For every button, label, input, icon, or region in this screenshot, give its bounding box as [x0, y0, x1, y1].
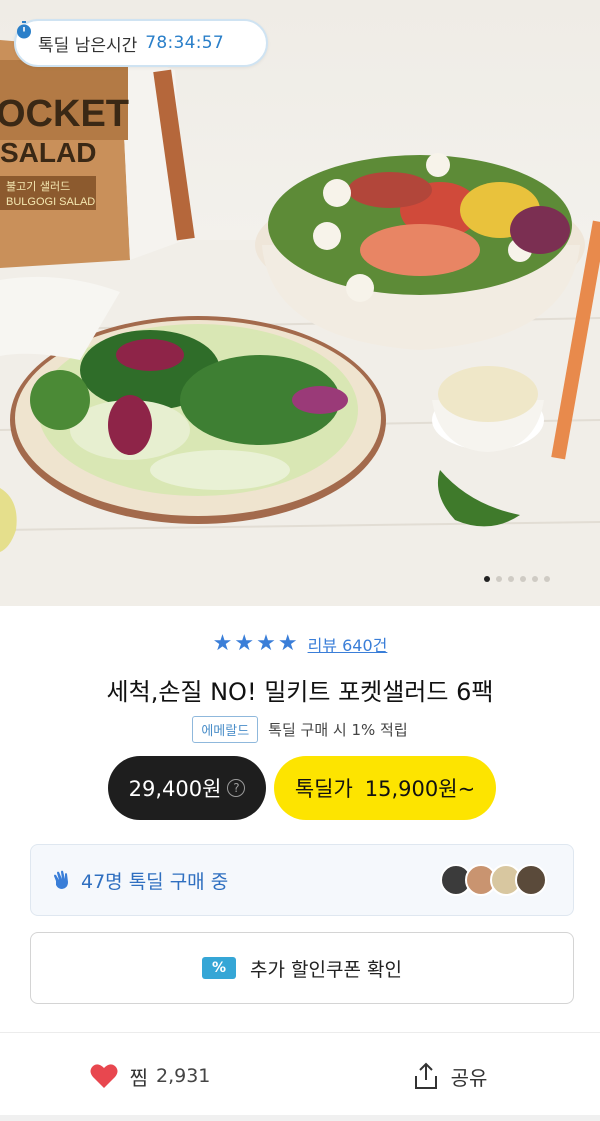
carousel-dot-6[interactable]: [544, 576, 550, 582]
price-row: 29,400원 ? 톡딜가 15,900원~: [108, 756, 496, 820]
reward-text: 톡딜 구매 시 1% 적립: [268, 721, 408, 739]
star-icon: ★: [277, 631, 298, 656]
reward-row: 에메랄드 톡딜 구매 시 1% 적립: [0, 716, 600, 743]
review-count-link[interactable]: 리뷰 640건: [308, 632, 388, 656]
carousel-dot-4[interactable]: [520, 576, 526, 582]
star-icon: ★: [256, 631, 276, 656]
heart-icon: [90, 1064, 118, 1088]
coupon-label: 추가 할인쿠폰 확인: [250, 958, 402, 981]
package-image: OCKET SALAD 불고기 샐러드 BULGOGI SALAD: [0, 40, 195, 268]
group-buyers-box[interactable]: 47명 톡딜 구매 중: [30, 844, 574, 916]
star-icon: ★: [212, 631, 233, 656]
svg-text:SALAD: SALAD: [0, 137, 96, 168]
carousel-indicator: [484, 576, 550, 582]
stopwatch-icon: [17, 21, 31, 39]
buyer-avatars: [440, 864, 547, 896]
svg-text:불고기 샐러드: 불고기 샐러드: [6, 180, 70, 193]
carousel-dot-1[interactable]: [484, 576, 490, 582]
star-icon: ★: [234, 631, 255, 656]
deal-timer-badge: 톡딜 남은시간 78:34:57: [14, 19, 268, 67]
normal-price-button[interactable]: 29,400원 ?: [108, 756, 266, 820]
bottom-edge: [0, 1115, 600, 1121]
product-title: 세척,손질 NO! 밀키트 포켓샐러드 6팩: [106, 678, 494, 706]
deal-price: 15,900원~: [364, 777, 476, 801]
extra-coupon-button[interactable]: % 추가 할인쿠폰 확인: [30, 932, 574, 1004]
deal-price-label: 톡딜가: [294, 777, 353, 801]
rating-stars: ★ ★ ★ ★: [213, 633, 298, 655]
divider: [0, 1032, 600, 1033]
waving-hand-icon: [54, 870, 68, 889]
action-bar: 찜 2,931 공유: [0, 1034, 600, 1118]
share-label: 공유: [450, 1065, 488, 1090]
question-icon[interactable]: ?: [227, 779, 246, 797]
avatar: [515, 864, 547, 896]
sauce-cup: [432, 366, 544, 452]
wish-label: 찜: [129, 1065, 148, 1090]
share-icon: [414, 1062, 437, 1089]
package-brand-text: OCKET: [0, 93, 129, 135]
rating-row: ★ ★ ★ ★ 리뷰 640건: [0, 632, 600, 656]
product-info-panel: ★ ★ ★ ★ 리뷰 640건 세척,손질 NO! 밀키트 포켓샐러드 6팩 에…: [0, 606, 600, 1121]
membership-grade-badge: 에메랄드: [192, 716, 259, 743]
carousel-dot-2[interactable]: [496, 576, 502, 582]
timer-label: 톡딜 남은시간: [38, 35, 138, 56]
coupon-icon: %: [202, 957, 237, 979]
timer-value: 78:34:57: [145, 33, 225, 53]
carousel-dot-5[interactable]: [532, 576, 538, 582]
salad-photo: OCKET SALAD 불고기 샐러드 BULGOGI SALAD: [0, 40, 600, 606]
wish-count: 2,931: [156, 1065, 211, 1087]
carousel-dot-3[interactable]: [508, 576, 514, 582]
buyers-count-text: 47명 톡딜 구매 중: [81, 870, 229, 893]
share-button[interactable]: 공유: [300, 1034, 600, 1118]
normal-price: 29,400원: [128, 777, 222, 801]
deal-price-button[interactable]: 톡딜가 15,900원~: [274, 756, 496, 820]
wish-button[interactable]: 찜 2,931: [0, 1034, 300, 1118]
product-image-carousel[interactable]: OCKET SALAD 불고기 샐러드 BULGOGI SALAD 톡딜 남은시…: [0, 0, 600, 606]
svg-text:BULGOGI SALAD: BULGOGI SALAD: [6, 196, 95, 208]
